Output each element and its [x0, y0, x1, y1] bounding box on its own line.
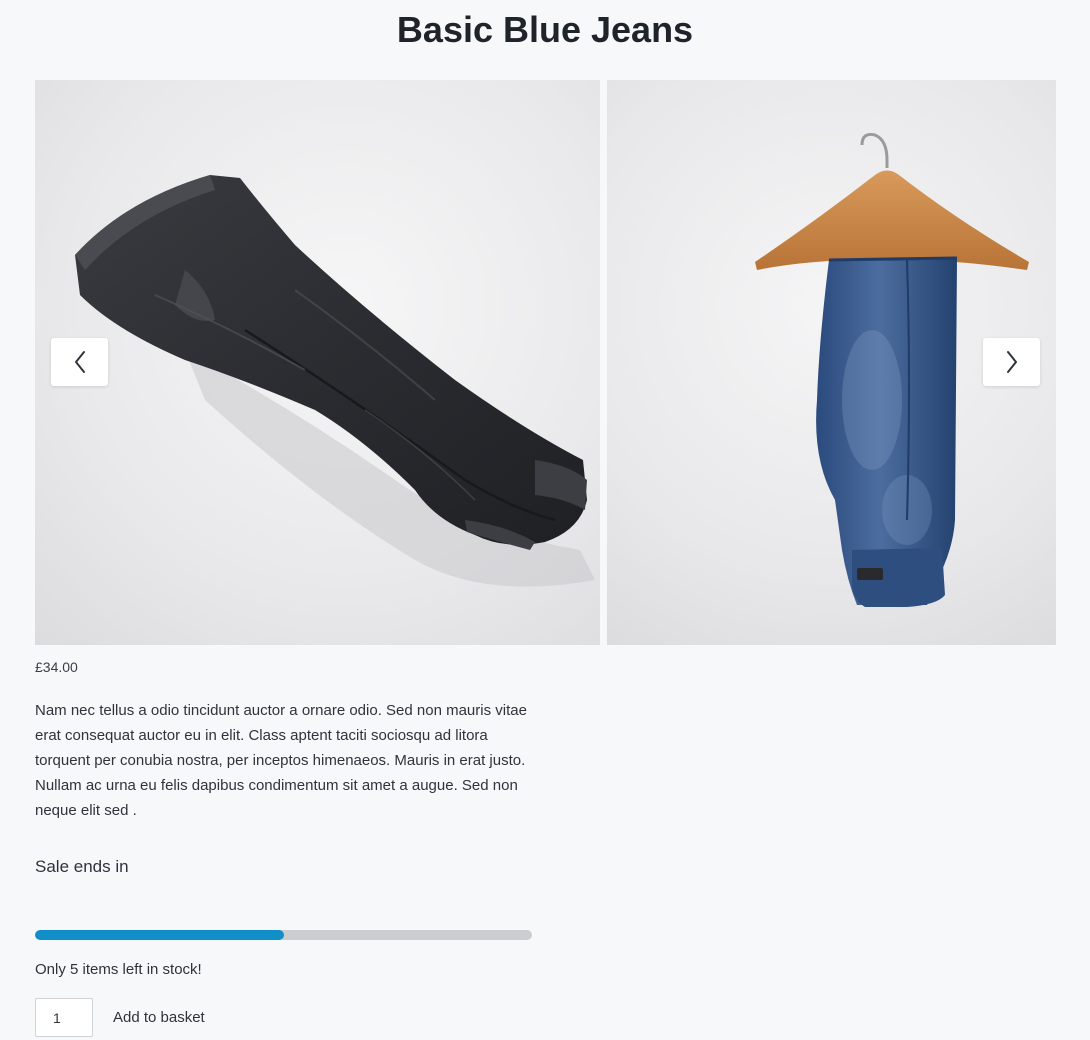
gallery-next-button[interactable] — [983, 338, 1040, 386]
gallery-prev-button[interactable] — [51, 338, 108, 386]
chevron-left-icon — [74, 351, 85, 373]
stock-progress-bar — [35, 930, 532, 940]
stock-status-text: Only 5 items left in stock! — [35, 961, 202, 978]
product-price: £34.00 — [35, 659, 78, 675]
product-description: Nam nec tellus a odio tincidunt auctor a… — [35, 702, 527, 819]
page-title: Basic Blue Jeans — [396, 9, 694, 50]
stock-progress-fill — [35, 930, 284, 940]
sale-countdown-label: Sale ends in — [35, 857, 129, 876]
product-image-black-jeans — [35, 80, 600, 645]
chevron-right-icon — [1006, 351, 1017, 373]
add-to-basket-button[interactable]: Add to basket — [103, 998, 215, 1037]
quantity-input[interactable] — [35, 998, 93, 1037]
product-image-gallery[interactable] — [35, 80, 1056, 645]
